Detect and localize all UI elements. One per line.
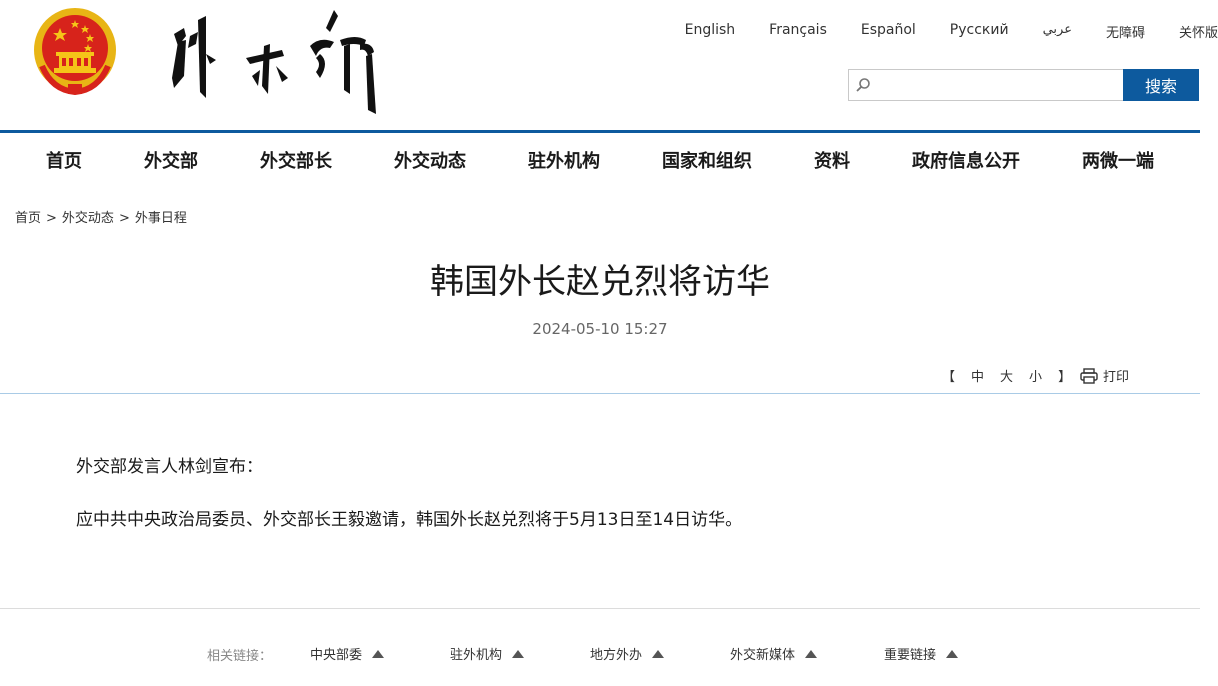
nav-info-disclosure[interactable]: 政府信息公开 bbox=[912, 147, 1020, 173]
nav-ministry[interactable]: 外交部 bbox=[144, 147, 198, 173]
footer-link-central-departments[interactable]: 中央部委 bbox=[310, 644, 385, 663]
breadcrumb-separator: > bbox=[46, 211, 57, 226]
breadcrumb-schedule[interactable]: 外事日程 bbox=[135, 211, 187, 226]
article-paragraph: 应中共中央政治局委员、外交部长王毅邀请，韩国外长赵兑烈将于5月13日至14日访华… bbox=[76, 510, 743, 530]
divider bbox=[0, 608, 1200, 609]
main-nav: 首页 外交部 外交部长 外交动态 驻外机构 国家和组织 资料 政府信息公开 两微… bbox=[0, 130, 1200, 187]
breadcrumb: 首页 > 外交动态 > 外事日程 bbox=[15, 207, 187, 226]
font-size-controls: 【 中 大 小 】 bbox=[942, 366, 1087, 385]
related-links-label: 相关链接： bbox=[207, 649, 273, 664]
triangle-up-icon bbox=[652, 650, 665, 658]
bracket-close: 】 bbox=[1058, 370, 1072, 385]
nav-minister[interactable]: 外交部长 bbox=[260, 147, 332, 173]
breadcrumb-separator: > bbox=[118, 211, 130, 226]
breadcrumb-home[interactable]: 首页 bbox=[15, 211, 41, 226]
search-box bbox=[848, 69, 1123, 101]
lang-russian[interactable]: Русский bbox=[950, 22, 1009, 42]
lang-arabic[interactable]: عربي bbox=[1043, 22, 1072, 42]
triangle-up-icon bbox=[805, 650, 818, 658]
footer-link-label: 外交新媒体 bbox=[730, 648, 796, 663]
nav-social-media[interactable]: 两微一端 bbox=[1082, 147, 1154, 173]
care-version-link[interactable]: 关怀版 bbox=[1179, 22, 1218, 42]
nav-countries-organizations[interactable]: 国家和组织 bbox=[662, 147, 752, 173]
article-paragraph: 外交部发言人林剑宣布： bbox=[76, 457, 263, 477]
triangle-up-icon bbox=[946, 650, 959, 658]
search-bar: 搜索 bbox=[848, 69, 1200, 101]
triangle-up-icon bbox=[372, 650, 385, 658]
font-medium-button[interactable]: 中 bbox=[971, 366, 984, 385]
print-button[interactable]: 打印 bbox=[1080, 366, 1129, 385]
nav-resources[interactable]: 资料 bbox=[814, 147, 850, 173]
search-icon bbox=[856, 78, 870, 92]
national-emblem-logo[interactable] bbox=[32, 6, 118, 96]
article-date: 2024-05-10 15:27 bbox=[532, 320, 668, 338]
font-large-button[interactable]: 大 bbox=[1000, 366, 1013, 385]
footer-link-label: 中央部委 bbox=[310, 648, 363, 663]
search-button[interactable]: 搜索 bbox=[1123, 69, 1199, 101]
footer-link-label: 驻外机构 bbox=[450, 648, 503, 663]
footer-link-important[interactable]: 重要链接 bbox=[884, 644, 959, 663]
bracket-open: 【 bbox=[942, 370, 956, 385]
language-switcher: English Français Español Русский عربي 无障… bbox=[651, 22, 1218, 42]
footer-link-new-media[interactable]: 外交新媒体 bbox=[730, 644, 818, 663]
print-label: 打印 bbox=[1103, 370, 1130, 385]
search-input[interactable] bbox=[877, 73, 1121, 97]
ministry-calligraphy-logo[interactable] bbox=[160, 6, 392, 118]
divider bbox=[0, 393, 1200, 394]
lang-french[interactable]: Français bbox=[769, 22, 827, 42]
footer-link-local-foreign-affairs[interactable]: 地方外办 bbox=[590, 644, 665, 663]
footer-link-label: 重要链接 bbox=[884, 648, 937, 663]
breadcrumb-diplomatic-news[interactable]: 外交动态 bbox=[62, 211, 114, 226]
printer-icon bbox=[1080, 367, 1098, 384]
nav-missions-overseas[interactable]: 驻外机构 bbox=[528, 147, 600, 173]
footer-link-missions[interactable]: 驻外机构 bbox=[450, 644, 525, 663]
nav-home[interactable]: 首页 bbox=[46, 147, 82, 173]
triangle-up-icon bbox=[512, 650, 525, 658]
accessibility-link[interactable]: 无障碍 bbox=[1106, 22, 1145, 42]
font-small-button[interactable]: 小 bbox=[1029, 366, 1042, 385]
nav-diplomatic-news[interactable]: 外交动态 bbox=[394, 147, 466, 173]
footer-link-label: 地方外办 bbox=[590, 648, 643, 663]
lang-english[interactable]: English bbox=[685, 22, 736, 42]
lang-spanish[interactable]: Español bbox=[861, 22, 916, 42]
article-title: 韩国外长赵兑烈将访华 bbox=[430, 262, 770, 302]
